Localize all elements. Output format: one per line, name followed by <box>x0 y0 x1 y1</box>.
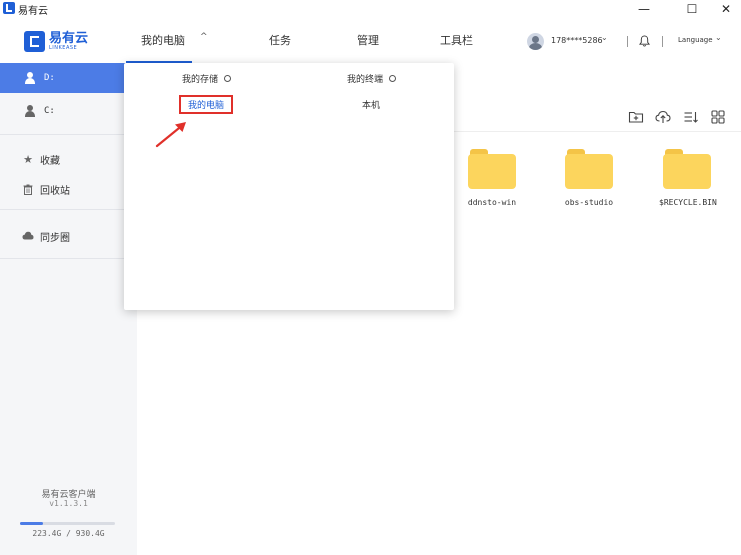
sidebar-item-recycle-bin[interactable]: 回收站 <box>22 182 70 197</box>
sidebar-item-favorites[interactable]: ★ 收藏 <box>22 152 60 167</box>
sidebar-item-label: 回收站 <box>40 186 70 197</box>
storage-progress-bar <box>20 522 115 525</box>
dropdown-item-my-computer[interactable]: 我的电脑 <box>179 95 234 114</box>
window-title: 易有云 <box>18 6 48 17</box>
folder-name: ddnsto-win <box>467 198 517 207</box>
my-storage-header[interactable]: 我的存储 <box>182 72 232 85</box>
trash-icon <box>22 184 34 196</box>
circle-icon <box>389 75 397 82</box>
client-version: v1.1.3.1 <box>49 499 88 508</box>
language-selector[interactable]: Language <box>678 36 713 44</box>
sidebar-divider <box>0 258 137 259</box>
user-account-label[interactable]: 178****5286 <box>551 36 603 45</box>
close-button[interactable]: ✕ <box>712 0 740 17</box>
minimize-button[interactable]: — <box>630 0 658 17</box>
folder-item[interactable]: obs-studio <box>561 149 617 207</box>
sidebar: D: C: ★ 收藏 回收站 同步圈 易有云客户端 v1.1.3.1 223.4… <box>0 63 137 555</box>
linkease-logo-icon <box>24 30 45 52</box>
storage-progress-fill <box>20 522 43 525</box>
sidebar-item-label: 同步圈 <box>40 233 70 244</box>
cloud-icon <box>22 231 34 243</box>
nav-tasks[interactable]: 任务 <box>269 32 291 48</box>
logo-text-en: LINKEASE <box>49 44 78 51</box>
sort-icon[interactable] <box>683 109 699 125</box>
star-icon: ★ <box>23 152 33 166</box>
folder-icon <box>565 149 613 189</box>
sidebar-item-drive-d[interactable]: D: <box>0 63 137 93</box>
header-divider <box>627 36 628 47</box>
user-icon <box>24 105 36 117</box>
nav-manage[interactable]: 管理 <box>357 32 379 48</box>
maximize-button[interactable]: ☐ <box>678 0 706 17</box>
bell-icon[interactable] <box>639 35 650 47</box>
folder-icon <box>468 149 516 189</box>
circle-icon <box>224 75 232 82</box>
app-window: 易有云 — ☐ ✕ 易有云 LINKEASE 我的电脑 ^ 任务 管理 工具栏 … <box>0 0 741 555</box>
chevron-up-icon[interactable]: ^ <box>200 32 208 42</box>
app-logo-icon <box>3 2 15 14</box>
title-bar: 易有云 — ☐ ✕ <box>0 0 741 17</box>
folder-icon <box>663 149 711 189</box>
my-terminals-header[interactable]: 我的终端 <box>347 72 397 85</box>
nav-my-computer[interactable]: 我的电脑 <box>141 32 185 48</box>
sidebar-item-label: 收藏 <box>40 156 60 167</box>
sidebar-item-sync[interactable]: 同步圈 <box>22 229 70 244</box>
top-header: 易有云 LINKEASE 我的电脑 ^ 任务 管理 工具栏 178****528… <box>0 17 741 63</box>
annotation-arrow-icon <box>155 122 186 148</box>
logo-text-zh: 易有云 <box>49 30 89 46</box>
folder-item[interactable]: ddnsto-win <box>464 149 520 207</box>
new-folder-icon[interactable] <box>628 109 644 125</box>
brand-logo[interactable]: 易有云 LINKEASE <box>24 30 88 52</box>
drive-label: D: <box>44 73 55 83</box>
my-storage-title: 我的存储 <box>182 75 219 85</box>
grid-view-icon[interactable] <box>710 109 726 125</box>
folder-item[interactable]: $RECYCLE.BIN <box>659 149 717 207</box>
nav-toolbar[interactable]: 工具栏 <box>440 32 473 48</box>
upload-icon[interactable] <box>655 109 671 125</box>
drive-label: C: <box>44 106 55 116</box>
header-divider <box>662 36 663 47</box>
sidebar-divider <box>0 209 137 210</box>
folder-name: obs-studio <box>564 198 614 207</box>
chevron-down-icon[interactable]: ⌄ <box>601 33 608 42</box>
folder-name: $RECYCLE.BIN <box>659 198 717 207</box>
my-computer-dropdown: 我的存储 我的终端 我的电脑 本机 <box>124 63 454 310</box>
sidebar-divider <box>0 134 137 135</box>
user-icon <box>24 72 36 84</box>
dropdown-item-local-machine[interactable]: 本机 <box>362 98 380 111</box>
storage-usage-text: 223.4G / 930.4G <box>32 529 105 538</box>
chevron-down-icon[interactable]: ⌄ <box>715 33 722 42</box>
avatar[interactable] <box>527 33 544 50</box>
my-terminals-title: 我的终端 <box>347 75 384 85</box>
sidebar-item-drive-c[interactable]: C: <box>0 96 137 126</box>
